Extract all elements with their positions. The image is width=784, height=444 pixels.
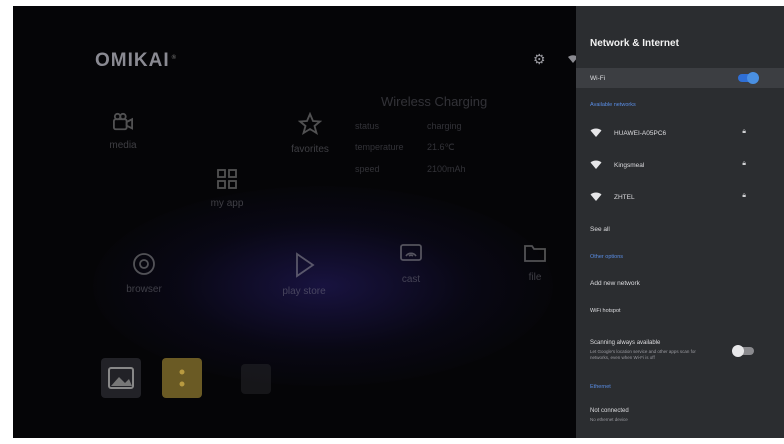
tile-file-label: file: [528, 272, 542, 283]
wifi-icon: [590, 160, 602, 169]
tile-browser-label: browser: [126, 284, 162, 295]
image-icon: [108, 367, 134, 389]
network-name: HUAWEI-A05PC6: [614, 130, 667, 137]
hotspot-label: WiFi hotspot: [590, 308, 621, 314]
wifi-label: Wi-Fi: [590, 75, 606, 82]
chrome-icon: [133, 253, 155, 275]
cast-icon: [400, 244, 422, 261]
tile-play-store[interactable]: play store: [269, 252, 339, 297]
gear-icon[interactable]: ⚙: [533, 51, 546, 67]
tile-media[interactable]: media: [93, 112, 153, 151]
scanning-description: Let Google's location service and other …: [590, 349, 696, 360]
panel-title: Network & Internet: [590, 38, 679, 49]
lock-icon: 🔒︎: [742, 160, 746, 167]
lock-icon: 🔒︎: [742, 128, 746, 135]
folder-icon: [524, 245, 546, 262]
tile-file[interactable]: file: [507, 242, 563, 283]
wifi-toggle-row[interactable]: Wi-Fi: [576, 68, 784, 88]
available-networks-header: Available networks: [590, 102, 636, 108]
add-network-label: Add new network: [590, 280, 640, 287]
scanning-label: Scanning always available: [590, 340, 661, 346]
video-camera-icon: [113, 112, 133, 131]
tile-media-label: media: [109, 140, 137, 151]
network-name: Kingsmeal: [614, 162, 645, 169]
network-settings-panel: Network & Internet Wi-Fi Available netwo…: [576, 6, 784, 438]
toggle-knob: [732, 345, 744, 357]
dock-gallery[interactable]: [101, 358, 141, 398]
toggle-knob: [747, 72, 759, 84]
lock-icon: 🔒︎: [742, 192, 746, 199]
brand-logo: OMIKAI ®: [95, 50, 178, 71]
tile-favorites[interactable]: favorites: [275, 112, 345, 155]
scanning-toggle[interactable]: [732, 345, 754, 357]
network-name: ZHTEL: [614, 194, 635, 201]
see-all-label: See all: [590, 226, 610, 233]
play-icon: [296, 252, 315, 278]
dock-app-highlighted[interactable]: [162, 358, 202, 398]
ethernet-header: Ethernet: [590, 384, 611, 390]
tile-browser[interactable]: browser: [109, 252, 179, 295]
wifi-icon: [590, 192, 602, 201]
star-icon: [298, 112, 322, 135]
other-options-header: Other options: [590, 254, 624, 260]
wireless-charging-title: Wireless Charging: [381, 94, 488, 109]
wireless-charging-widget: Wireless Charging status charging tempera…: [355, 94, 495, 185]
scanning-item[interactable]: Scanning always available Let Google's l…: [576, 340, 784, 366]
tile-cast[interactable]: cast: [383, 242, 439, 285]
tile-favorites-label: favorites: [291, 144, 329, 155]
tile-cast-label: cast: [401, 274, 421, 285]
wc-row: speed 2100mAh: [355, 164, 466, 174]
ethernet-subtext: No ethernet device: [590, 417, 628, 422]
ethernet-status: Not connected: [590, 408, 629, 414]
dock-app[interactable]: [241, 364, 271, 394]
wc-row: status charging: [355, 121, 462, 131]
tile-my-app-label: my app: [210, 198, 244, 209]
grid-icon: [217, 169, 237, 189]
wifi-toggle[interactable]: [738, 72, 759, 84]
wc-row: temperature 21.6℃: [355, 142, 455, 152]
tile-my-app[interactable]: my app: [199, 168, 255, 209]
app-icon: [179, 369, 185, 387]
wifi-icon: [590, 128, 602, 137]
tile-play-store-label: play store: [282, 286, 326, 297]
